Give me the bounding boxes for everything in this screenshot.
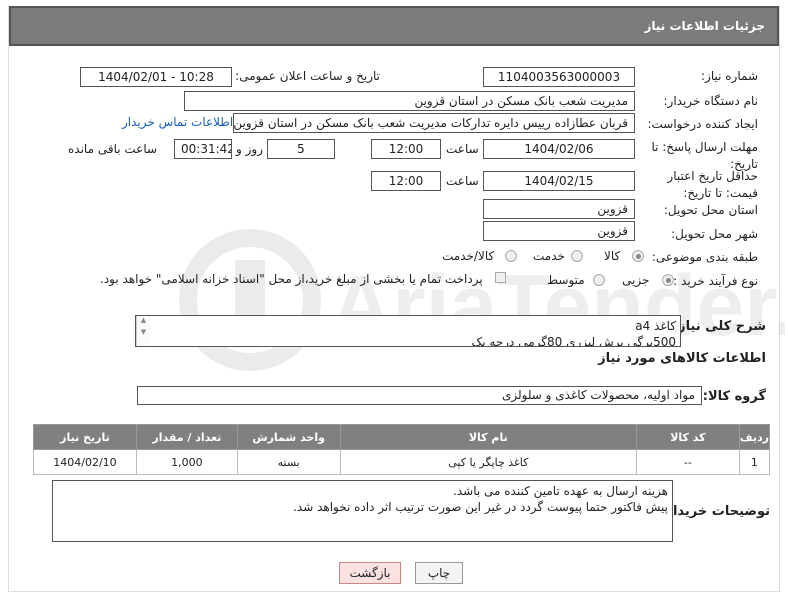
cell-quantity: 1,000 bbox=[135, 449, 238, 475]
print-button[interactable]: چاپ bbox=[415, 562, 463, 584]
description-label: شرح کلی نیاز: bbox=[672, 319, 766, 334]
province-field: قزوین bbox=[483, 199, 635, 219]
buyer-notes-line-2: پیش فاکتور حتما پیوست گردد در غیر این صو… bbox=[293, 500, 668, 514]
goods-group-label: گروه کالا: bbox=[702, 389, 766, 404]
category-goods-service-radio[interactable] bbox=[505, 250, 517, 262]
cell-date: 1404/02/10 bbox=[33, 449, 137, 475]
category-goods-label: کالا bbox=[604, 249, 621, 263]
col-header-date: تاریخ نیاز bbox=[33, 424, 137, 450]
col-header-quantity: تعداد / مقدار bbox=[135, 424, 238, 450]
cell-row-number: 1 bbox=[738, 449, 771, 475]
announce-field: 1404/02/01 - 10:28 bbox=[80, 67, 232, 87]
deadline-time-label: ساعت bbox=[446, 142, 479, 156]
col-header-name: نام کالا bbox=[339, 424, 637, 450]
back-button[interactable]: بازگشت bbox=[339, 562, 401, 584]
table-header-row: ردیف کد کالا نام کالا واحد شمارش تعداد /… bbox=[33, 424, 771, 450]
goods-info-title: اطلاعات کالاهای مورد نیاز bbox=[598, 351, 766, 366]
col-header-code: کد کالا bbox=[635, 424, 740, 450]
deadline-date-field: 1404/02/06 bbox=[483, 139, 635, 159]
need-number-label: شماره نیاز: bbox=[701, 69, 758, 83]
remaining-label: ساعت باقی مانده bbox=[68, 142, 158, 156]
deadline-time-field: 12:00 bbox=[371, 139, 441, 159]
category-label: طبقه بندی موضوعی: bbox=[651, 250, 758, 264]
process-label: نوع فرآیند خرید : bbox=[673, 274, 758, 288]
validity-time-label: ساعت bbox=[446, 174, 479, 188]
category-goods-radio[interactable] bbox=[632, 250, 644, 262]
city-label: شهر محل تحویل: bbox=[671, 227, 758, 241]
cell-name: کاغذ چاپگر یا کپی bbox=[339, 449, 637, 475]
city-field: قزوین bbox=[483, 221, 635, 241]
buyer-org-field: مدیریت شعب بانک مسکن در استان قزوین bbox=[184, 91, 635, 111]
category-service-label: خدمت bbox=[533, 249, 565, 263]
goods-group-field: مواد اولیه، محصولات کاغذی و سلولزی bbox=[137, 386, 702, 405]
col-header-row-number: ردیف bbox=[738, 424, 771, 450]
treasury-payment-checkbox[interactable] bbox=[495, 272, 506, 283]
days-field: 5 bbox=[267, 139, 335, 159]
process-medium-label: متوسط bbox=[547, 273, 585, 287]
province-label: استان محل تحویل: bbox=[663, 203, 758, 217]
description-textarea[interactable]: کاغذ a4 500برگی برش لیزری 80گرمی درجه یک bbox=[135, 315, 681, 347]
contact-buyer-link[interactable]: اطلاعات تماس خریدار bbox=[122, 115, 233, 129]
page-header: جزئیات اطلاعات نیاز bbox=[9, 6, 779, 46]
buyer-notes-textarea[interactable]: هزینه ارسال به عهده تامین کننده می باشد.… bbox=[52, 480, 673, 542]
days-label: روز و bbox=[236, 142, 263, 156]
validity-date-field: 1404/02/15 bbox=[483, 171, 635, 191]
cell-code: -- bbox=[635, 449, 740, 475]
process-partial-radio[interactable] bbox=[662, 274, 674, 286]
process-partial-label: جزیی bbox=[622, 273, 650, 287]
creator-field: قربان عطازاده رییس دایره تدارکات مدیریت … bbox=[233, 113, 635, 133]
page-title: جزئیات اطلاعات نیاز bbox=[644, 19, 765, 33]
need-number-field: 1104003563000003 bbox=[483, 67, 635, 87]
table-row: 1 -- کاغذ چاپگر یا کپی بسته 1,000 1404/0… bbox=[33, 449, 771, 475]
announce-label: تاریخ و ساعت اعلان عمومی: bbox=[235, 69, 380, 83]
goods-table: ردیف کد کالا نام کالا واحد شمارش تعداد /… bbox=[33, 424, 771, 475]
validity-label: حداقل تاریخ اعتبار قیمت: تا تاریخ: bbox=[667, 169, 758, 200]
cell-unit: بسته bbox=[236, 449, 341, 475]
category-goods-service-label: کالا/خدمت bbox=[442, 249, 495, 263]
remaining-time-field: 00:31:42 bbox=[174, 139, 232, 159]
col-header-unit: واحد شمارش bbox=[236, 424, 341, 450]
buyer-org-label: نام دستگاه خریدار: bbox=[663, 94, 759, 108]
description-scrollbar[interactable]: ▲ ▼ bbox=[136, 316, 150, 346]
creator-label: ایجاد کننده درخواست: bbox=[647, 117, 758, 131]
buyer-notes-label: توضیحات خریدار: bbox=[660, 504, 770, 519]
treasury-payment-note: پرداخت تمام یا بخشی از مبلغ خرید،از محل … bbox=[100, 272, 483, 286]
scroll-up-icon: ▲ bbox=[140, 316, 147, 324]
description-line-1: کاغذ a4 bbox=[635, 319, 676, 333]
category-service-radio[interactable] bbox=[571, 250, 583, 262]
validity-time-field: 12:00 bbox=[371, 171, 441, 191]
buyer-notes-line-1: هزینه ارسال به عهده تامین کننده می باشد. bbox=[453, 484, 668, 498]
process-medium-radio[interactable] bbox=[593, 274, 605, 286]
description-line-2: 500برگی برش لیزری 80گرمی درجه یک bbox=[471, 335, 676, 347]
scroll-down-icon: ▼ bbox=[140, 328, 147, 336]
